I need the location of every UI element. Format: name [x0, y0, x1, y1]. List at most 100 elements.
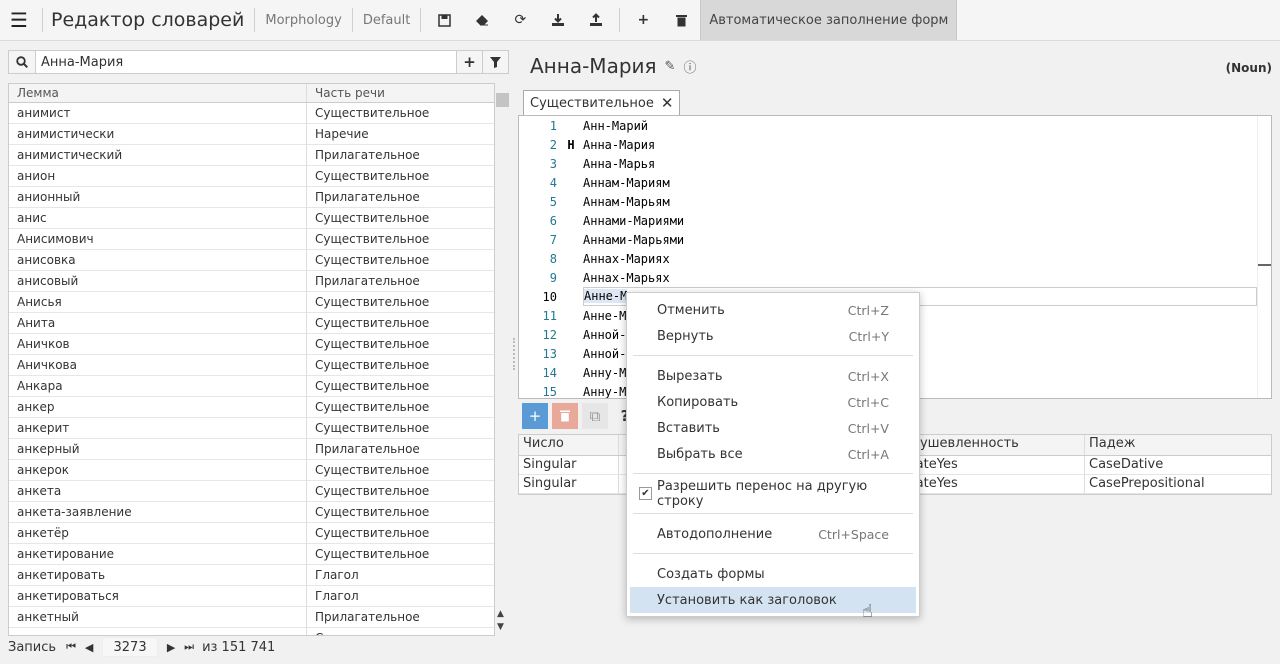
table-row[interactable]: Анита Существительное	[9, 312, 494, 334]
number-cell: Singular	[519, 456, 619, 474]
upload-icon[interactable]	[577, 0, 615, 40]
table-row[interactable]: анкета-заявление Существительное	[9, 501, 494, 523]
table-row[interactable]: Анисья Существительное	[9, 291, 494, 313]
column-header-case[interactable]: Падеж	[1085, 435, 1271, 455]
lemma-cell: анкетный	[9, 606, 307, 628]
menu-icon[interactable]: ☰	[0, 0, 38, 40]
trash-icon[interactable]	[662, 0, 700, 40]
table-row[interactable]: анкетировать Глагол	[9, 564, 494, 586]
scroll-up-icon[interactable]: ▲	[497, 609, 504, 619]
add-lemma-button[interactable]: +	[456, 51, 482, 73]
search-icon[interactable]	[9, 51, 36, 73]
module-label[interactable]: Morphology	[259, 13, 347, 28]
save-icon[interactable]	[425, 0, 463, 40]
editor-line[interactable]: 5 Аннам-Марьям	[519, 192, 1271, 211]
lemma-cell: анкерит	[9, 417, 307, 439]
last-page-icon[interactable]: ⏭	[180, 640, 198, 654]
column-header-number[interactable]: Число	[519, 435, 619, 455]
scrollbar[interactable]: ▲ ▼	[495, 91, 510, 636]
table-row[interactable]: анкетироваться Глагол	[9, 585, 494, 607]
close-icon[interactable]: ✕	[661, 94, 674, 112]
copy-row-button[interactable]: ⧉	[582, 403, 608, 429]
menu-item-copy[interactable]: Копировать Ctrl+C	[630, 389, 916, 415]
scroll-thumb[interactable]	[496, 93, 509, 107]
divider	[420, 8, 422, 32]
column-header-animacy[interactable]: одушевленность	[899, 435, 1085, 455]
download-icon[interactable]	[539, 0, 577, 40]
next-page-icon[interactable]: ▶	[162, 641, 180, 654]
editor-line[interactable]: 9 Аннах-Марьях	[519, 268, 1271, 287]
table-row[interactable]: анкетирование Существительное	[9, 543, 494, 565]
refresh-icon[interactable]: ⟳	[501, 0, 539, 40]
first-page-icon[interactable]: ⏮	[62, 640, 80, 654]
menu-item-set-heading[interactable]: Установить как заголовок	[630, 587, 916, 613]
autofill-forms-button[interactable]: Автоматическое заполнение форм	[700, 0, 958, 40]
table-row[interactable]: анкерок Существительное	[9, 459, 494, 481]
add-row-button[interactable]: +	[522, 403, 548, 429]
menu-label: Вырезать	[657, 368, 723, 384]
eraser-icon[interactable]	[463, 0, 501, 40]
editor-line[interactable]: 7 Аннами-Марьями	[519, 230, 1271, 249]
menu-item-create-forms[interactable]: Создать формы	[630, 561, 916, 587]
menu-item-paste[interactable]: Вставить Ctrl+V	[630, 415, 916, 441]
table-row[interactable]: Анкара Существительное	[9, 375, 494, 397]
table-row[interactable]: анимист Существительное	[9, 102, 494, 124]
editor-scrollbar[interactable]	[1257, 116, 1271, 398]
menu-item-cut[interactable]: Вырезать Ctrl+X	[630, 363, 916, 389]
case-cell: CaseDative	[1089, 457, 1164, 472]
table-row[interactable]: анисовый Прилагательное	[9, 270, 494, 292]
editor-line[interactable]: 6 Аннами-Мариями	[519, 211, 1271, 230]
editor-line[interactable]: 3 Анна-Марья	[519, 154, 1271, 173]
table-row[interactable]: анкетчикСуществительное	[9, 627, 494, 635]
table-row[interactable]: анионный Прилагательное	[9, 186, 494, 208]
record-number-field[interactable]: 3273	[102, 637, 159, 657]
line-text: Анн-Марий	[583, 118, 649, 133]
line-number: 6	[549, 213, 557, 228]
table-row[interactable]: анион Существительное	[9, 165, 494, 187]
scroll-down-icon[interactable]: ▼	[497, 622, 504, 632]
table-row[interactable]: анкер Существительное	[9, 396, 494, 418]
lemma-cell: анкер	[9, 396, 307, 418]
prev-page-icon[interactable]: ◀	[80, 641, 98, 654]
edit-pencil-icon[interactable]: ✎	[665, 59, 676, 74]
editor-line[interactable]: 8 Аннах-Мариях	[519, 249, 1271, 268]
pos-cell: Прилагательное	[315, 274, 420, 288]
table-row[interactable]: Анисимович Существительное	[9, 228, 494, 250]
checkbox-checked-icon[interactable]: ✔	[639, 487, 652, 500]
table-row[interactable]: анисовка Существительное	[9, 249, 494, 271]
table-row[interactable]: анкетный Прилагательное	[9, 606, 494, 628]
menu-item-select-all[interactable]: Выбрать все Ctrl+A	[630, 441, 916, 467]
search-input[interactable]	[36, 54, 456, 70]
table-row[interactable]: анкерный Прилагательное	[9, 438, 494, 460]
menu-item-redo[interactable]: Вернуть Ctrl+Y	[630, 323, 916, 349]
panel-splitter[interactable]	[513, 338, 516, 370]
menu-divider	[633, 355, 913, 356]
line-number: 15	[542, 384, 557, 399]
filter-icon[interactable]	[482, 51, 508, 73]
table-row[interactable]: анкерит Существительное	[9, 417, 494, 439]
info-icon[interactable]: ⓘ	[683, 57, 696, 76]
column-header-pos[interactable]: Часть речи	[307, 84, 494, 102]
menu-item-undo[interactable]: Отменить Ctrl+Z	[630, 297, 916, 323]
delete-row-button[interactable]	[552, 403, 578, 429]
profile-label[interactable]: Default	[357, 13, 417, 28]
tab-noun[interactable]: Существительное ✕	[523, 90, 681, 115]
pos-cell: Существительное	[315, 421, 430, 435]
table-row[interactable]: анкетёр Существительное	[9, 522, 494, 544]
line-text: Анной-	[583, 346, 627, 361]
table-row[interactable]: анкета Существительное	[9, 480, 494, 502]
column-header-lemma[interactable]: Лемма	[9, 84, 307, 102]
pos-cell: Существительное	[307, 628, 494, 635]
table-row[interactable]: анимистически Наречие	[9, 123, 494, 145]
menu-item-word-wrap[interactable]: ✔ Разрешить перенос на другую строку	[630, 479, 916, 509]
table-row[interactable]: анис Существительное	[9, 207, 494, 229]
table-row[interactable]: Аничкова Существительное	[9, 354, 494, 376]
editor-line[interactable]: 2 H Анна-Мария	[519, 135, 1271, 154]
editor-line[interactable]: 4 Аннам-Мариям	[519, 173, 1271, 192]
menu-item-autocomplete[interactable]: Автодополнение Ctrl+Space	[630, 521, 916, 547]
table-row[interactable]: Аничков Существительное	[9, 333, 494, 355]
scroll-marker	[1258, 264, 1271, 266]
add-icon[interactable]: +	[624, 0, 662, 40]
editor-line[interactable]: 1 Анн-Марий	[519, 116, 1271, 135]
table-row[interactable]: анимистический Прилагательное	[9, 144, 494, 166]
